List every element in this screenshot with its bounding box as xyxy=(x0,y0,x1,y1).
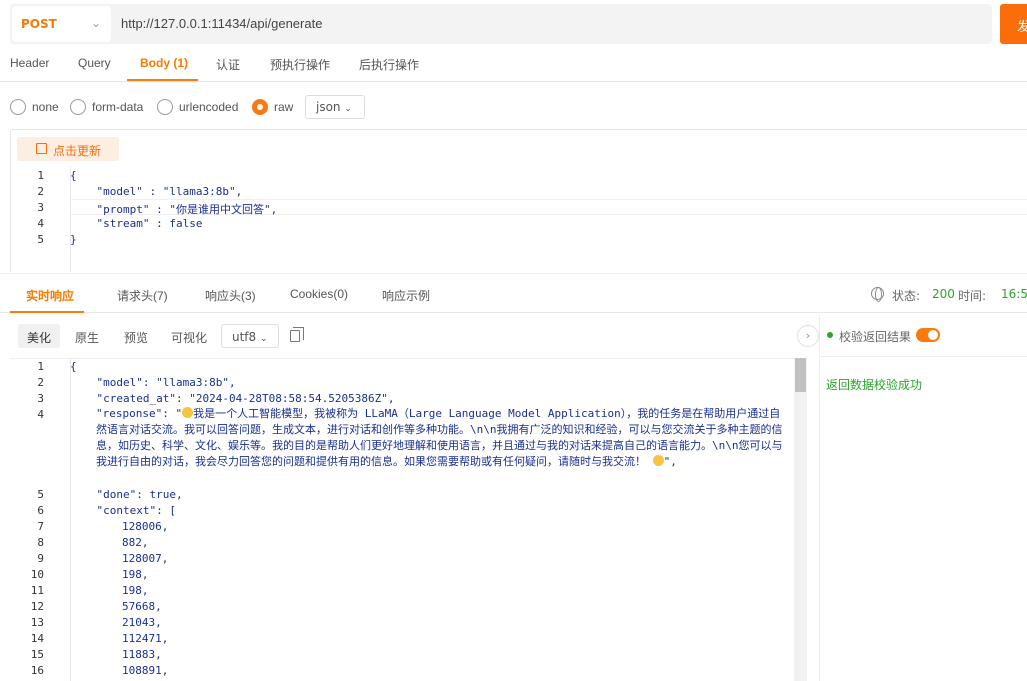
scrollbar-thumb[interactable] xyxy=(795,358,806,392)
smile-emoji-icon xyxy=(652,455,664,466)
url-input[interactable]: http://127.0.0.1:11434/api/generate xyxy=(121,16,322,31)
chevron-down-icon: ⌄ xyxy=(90,16,101,30)
view-pretty-button[interactable]: 美化 xyxy=(18,324,61,348)
code-line: 108891, xyxy=(122,664,169,677)
code-line: 112471, xyxy=(122,632,169,645)
code-line: 198, xyxy=(122,568,149,581)
tab-post-request[interactable]: 后执行操作 xyxy=(359,56,419,73)
method-label: POST xyxy=(21,17,57,31)
chevron-down-icon: ⌄ xyxy=(260,334,268,344)
response-tabs: 实时响应 请求头(7) 响应头(3) Cookies(0) 响应示例 状态: 2… xyxy=(0,273,1027,313)
code-line: 128007, xyxy=(122,552,169,565)
url-bar: POST ⌄ http://127.0.0.1:11434/api/genera… xyxy=(10,4,992,44)
tab-auth[interactable]: 认证 xyxy=(216,56,240,73)
response-text: 我是一个人工智能模型，我被称为 LLaMA（Large Language Mod… xyxy=(96,407,783,468)
radio-circle-icon xyxy=(10,99,26,115)
view-raw-button[interactable]: 原生 xyxy=(66,324,108,348)
code-line: "stream" : false xyxy=(70,217,203,230)
code-line: 21043, xyxy=(122,616,162,629)
validation-panel: 校验返回结果 返回数据校验成功 xyxy=(819,315,1027,681)
radio-form-data[interactable]: form-data xyxy=(70,95,143,119)
code-line: 57668, xyxy=(122,600,162,613)
divider xyxy=(820,356,1027,357)
validate-response-label: 校验返回结果 xyxy=(839,330,912,344)
code-line: { xyxy=(70,169,77,182)
send-button[interactable]: 发 xyxy=(1000,4,1027,44)
tab-header[interactable]: Header xyxy=(10,56,49,70)
code-line: 882, xyxy=(122,536,149,549)
tab-request-headers[interactable]: 请求头(7) xyxy=(117,287,168,304)
radio-raw[interactable]: raw xyxy=(252,95,293,119)
tab-pre-request[interactable]: 预执行操作 xyxy=(270,56,330,73)
radio-none[interactable]: none xyxy=(10,95,59,119)
code-line: 198, xyxy=(122,584,149,597)
validation-result: 返回数据校验成功 xyxy=(826,378,923,392)
tab-response-headers[interactable]: 响应头(3) xyxy=(205,287,256,304)
copy-icon[interactable] xyxy=(290,327,304,342)
radio-urlencoded[interactable]: urlencoded xyxy=(157,95,238,119)
active-tab-indicator xyxy=(127,79,198,81)
code-line: "created_at": "2024-04-28T08:58:54.52053… xyxy=(70,392,395,405)
radio-checked-icon xyxy=(252,99,268,115)
view-preview-button[interactable]: 预览 xyxy=(115,324,157,348)
tab-query[interactable]: Query xyxy=(78,56,111,70)
tab-live-response[interactable]: 实时响应 xyxy=(26,287,74,304)
code-line: "model" : "llama3:8b", xyxy=(70,185,243,198)
response-scrollbar[interactable] xyxy=(794,358,807,681)
tab-response-examples[interactable]: 响应示例 xyxy=(382,287,430,304)
globe-icon[interactable] xyxy=(871,287,884,302)
code-line: 128006, xyxy=(122,520,169,533)
response-text-line: "response": " 我是一个人工智能模型，我被称为 LLaMA（Large… xyxy=(96,407,783,468)
code-line: "context": [ xyxy=(70,504,176,517)
status-dot-icon xyxy=(827,332,833,338)
code-line: "prompt" : "你是谁用中文回答", xyxy=(70,203,278,216)
validate-toggle[interactable] xyxy=(916,328,940,342)
smile-emoji-icon xyxy=(182,407,194,418)
active-tab-indicator xyxy=(10,311,84,313)
tab-cookies[interactable]: Cookies(0) xyxy=(290,287,348,301)
radio-circle-icon xyxy=(70,99,86,115)
code-line: } xyxy=(70,233,77,246)
chevron-down-icon: ⌄ xyxy=(344,104,352,114)
body-format-select[interactable]: json ⌄ xyxy=(305,95,365,119)
status-label: 状态: xyxy=(892,289,921,303)
encoding-select[interactable]: utf8 ⌄ xyxy=(221,324,279,348)
radio-circle-icon xyxy=(157,99,173,115)
tab-body[interactable]: Body (1) xyxy=(140,56,188,70)
view-visualize-button[interactable]: 可视化 xyxy=(162,324,216,348)
gutter-divider xyxy=(70,359,71,681)
chevron-right-icon[interactable]: › xyxy=(797,325,819,347)
time-value: 16:58 xyxy=(1001,287,1027,301)
request-tabs: Header Query Body (1) 认证 预执行操作 后执行操作 xyxy=(0,46,1027,82)
edit-icon xyxy=(36,143,47,154)
code-line: "done": true, xyxy=(70,488,183,501)
time-label: 时间: xyxy=(958,289,987,303)
code-line: { xyxy=(70,360,77,373)
code-line: "model": "llama3:8b", xyxy=(70,376,236,389)
update-button[interactable]: 点击更新 xyxy=(17,137,119,161)
method-select[interactable]: POST ⌄ xyxy=(12,6,111,42)
code-line: 11883, xyxy=(122,648,162,661)
status-code: 200 xyxy=(932,287,955,301)
